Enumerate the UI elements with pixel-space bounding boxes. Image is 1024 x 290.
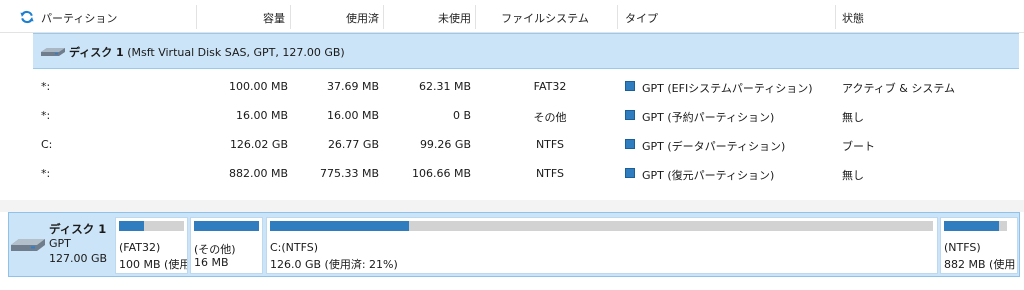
partition-status: 無し [842, 169, 864, 182]
partition-block-size: 100 MB (使用 [119, 258, 188, 271]
partition-status: ブート [842, 140, 875, 153]
partition-block-label: (FAT32) [119, 241, 161, 254]
column-filesystem[interactable]: ファイルシステム [475, 10, 615, 26]
column-header: パーティション 容量 使用済 未使用 ファイルシステム タイプ 状態 [0, 0, 1024, 33]
usage-bar-fill [119, 221, 144, 231]
partition-type: GPT (データパーティション) [642, 140, 786, 153]
partition-filesystem: FAT32 [533, 80, 567, 93]
usage-bar-fill [944, 221, 1000, 231]
column-used[interactable]: 使用済 [290, 10, 379, 26]
partition-unused: 99.26 GB [419, 138, 471, 151]
partition-name: *: [41, 167, 51, 180]
hard-disk-icon [41, 48, 65, 56]
partition-block-label: C:(NTFS) [270, 241, 319, 254]
partition-status: 無し [842, 111, 864, 124]
blue-square-icon [625, 81, 635, 91]
partition-name: *: [41, 80, 51, 93]
usage-bar [194, 221, 259, 231]
hard-disk-icon [11, 239, 45, 251]
disk-map-style: GPT [49, 237, 71, 250]
refresh-icon[interactable] [20, 10, 34, 24]
partition-used: 37.69 MB [326, 80, 379, 93]
disk-map-info[interactable]: ディスク 1 GPT 127.00 GB [9, 213, 114, 276]
column-type[interactable]: タイプ [625, 10, 658, 26]
disk-name: ディスク 1 [69, 46, 124, 59]
partition-block-label: (NTFS) [944, 241, 981, 254]
partition-name: C: [41, 138, 53, 151]
partition-used: 775.33 MB [319, 167, 379, 180]
partition-filesystem: NTFS [535, 138, 565, 151]
partition-filesystem: その他 [533, 111, 567, 124]
partition-block-label: (その他) [194, 243, 236, 256]
partition-unused: 106.66 MB [411, 167, 471, 180]
column-unused[interactable]: 未使用 [383, 10, 471, 26]
partition-block-efi[interactable]: (FAT32) 100 MB (使用 [115, 217, 188, 274]
partition-type: GPT (予約パーティション) [642, 111, 775, 124]
usage-bar [119, 221, 184, 231]
blue-square-icon [625, 110, 635, 120]
disk-map[interactable]: ディスク 1 GPT 127.00 GB (FAT32) 100 MB (使用 … [8, 212, 1020, 277]
disk-map-size: 127.00 GB [49, 252, 108, 265]
partition-type: GPT (復元パーティション) [642, 169, 775, 182]
partition-block-recovery[interactable]: (NTFS) 882 MB (使用 [940, 217, 1018, 274]
partition-block-size: 126.0 GB (使用済: 21%) [270, 258, 398, 271]
partition-row[interactable]: *: 100.00 MB 37.69 MB 62.31 MB FAT32 GPT… [0, 72, 1024, 101]
partition-capacity: 100.00 MB [228, 80, 288, 93]
partition-block-reserved[interactable]: (その他) 16 MB [190, 217, 263, 274]
disk-detail: (Msft Virtual Disk SAS, GPT, 127.00 GB) [127, 46, 345, 59]
partition-unused: 62.31 MB [418, 80, 471, 93]
partition-filesystem: NTFS [535, 167, 565, 180]
disk-map-name: ディスク 1 [49, 222, 107, 236]
partition-capacity: 882.00 MB [228, 167, 288, 180]
partition-used: 26.77 GB [327, 138, 379, 151]
usage-bar [270, 221, 933, 231]
blue-square-icon [625, 139, 635, 149]
partition-used: 16.00 MB [326, 109, 379, 122]
disk-row[interactable]: ディスク 1 (Msft Virtual Disk SAS, GPT, 127.… [33, 33, 1019, 69]
column-partition[interactable]: パーティション [41, 10, 117, 26]
disk-title-text: ディスク 1 (Msft Virtual Disk SAS, GPT, 127.… [69, 44, 345, 60]
column-capacity[interactable]: 容量 [196, 10, 285, 26]
partition-block-c[interactable]: C:(NTFS) 126.0 GB (使用済: 21%) [266, 217, 938, 274]
partition-capacity: 126.02 GB [229, 138, 288, 151]
usage-bar [944, 221, 1007, 231]
divider-band [0, 200, 1024, 212]
partition-name: *: [41, 109, 51, 122]
partition-row[interactable]: *: 882.00 MB 775.33 MB 106.66 MB NTFS GP… [0, 159, 1024, 188]
partition-block-size: 882 MB (使用 [944, 258, 1016, 271]
partition-status: アクティブ & システム [842, 82, 956, 95]
partition-unused: 0 B [452, 109, 471, 122]
column-status[interactable]: 状態 [842, 10, 864, 26]
blue-square-icon [625, 168, 635, 178]
partition-capacity: 16.00 MB [235, 109, 288, 122]
partition-block-size: 16 MB [194, 256, 229, 269]
partition-type: GPT (EFIシステムパーティション) [642, 82, 813, 95]
partition-row[interactable]: *: 16.00 MB 16.00 MB 0 B その他 GPT (予約パーティ… [0, 101, 1024, 130]
usage-bar-fill [270, 221, 410, 231]
partition-row[interactable]: C: 126.02 GB 26.77 GB 99.26 GB NTFS GPT … [0, 130, 1024, 159]
usage-bar-fill [194, 221, 259, 231]
